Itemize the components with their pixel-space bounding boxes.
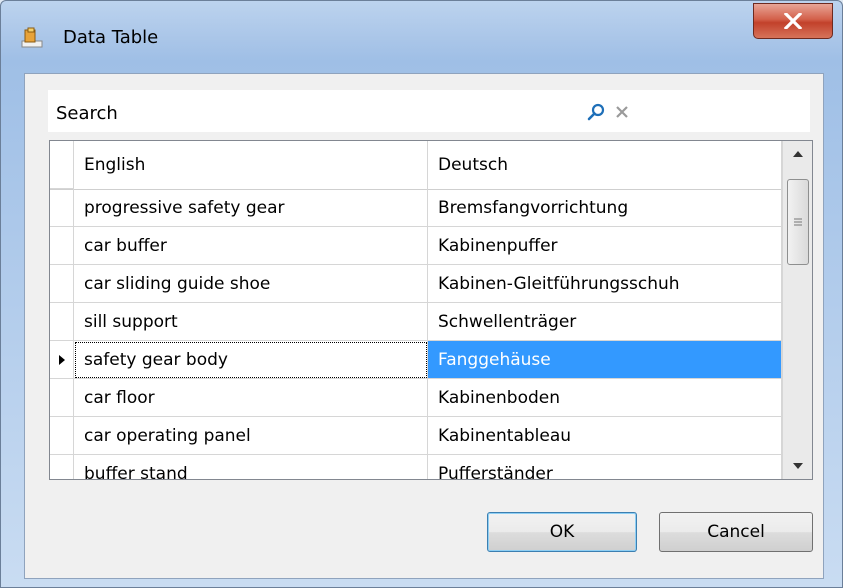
row-header[interactable] <box>50 455 74 479</box>
english-cell[interactable]: car buffer <box>74 227 428 265</box>
english-cell[interactable]: buffer stand <box>74 455 428 479</box>
search-bar: Search <box>48 90 810 132</box>
english-cell[interactable]: sill support <box>74 303 428 341</box>
row-header[interactable] <box>50 227 74 265</box>
deutsch-cell[interactable]: Pufferständer <box>428 455 782 479</box>
row-header[interactable] <box>50 189 74 227</box>
english-cell[interactable]: safety gear body <box>74 341 428 379</box>
dialog-content: Search English Deutsch progressive safet… <box>24 73 824 579</box>
scroll-up-button[interactable] <box>783 141 812 167</box>
ok-button[interactable]: OK <box>487 512 637 552</box>
row-header[interactable] <box>50 303 74 341</box>
english-cell[interactable]: car operating panel <box>74 417 428 455</box>
search-label: Search <box>56 103 118 124</box>
deutsch-cell[interactable]: Kabinenboden <box>428 379 782 417</box>
dialog-window: Data Table Search English Deutsch progre… <box>0 0 843 588</box>
row-header[interactable] <box>50 379 74 417</box>
deutsch-cell[interactable]: Kabinen-Gleitführungsschuh <box>428 265 782 303</box>
deutsch-cell[interactable]: Bremsfangvorrichtung <box>428 189 782 227</box>
data-grid: English Deutsch progressive safety gear … <box>49 140 813 480</box>
english-cell[interactable]: progressive safety gear <box>74 189 428 227</box>
column-header-english[interactable]: English <box>74 141 428 189</box>
clear-icon[interactable] <box>612 102 632 122</box>
close-icon <box>784 13 802 29</box>
row-header[interactable] <box>50 417 74 455</box>
column-header-deutsch[interactable]: Deutsch <box>428 141 782 189</box>
search-input[interactable] <box>160 94 584 130</box>
app-icon <box>21 27 43 48</box>
english-cell[interactable]: car floor <box>74 379 428 417</box>
window-title: Data Table <box>63 27 159 48</box>
chevron-up-icon <box>793 151 803 157</box>
header-corner <box>50 141 74 189</box>
scrollbar-thumb[interactable] <box>787 179 809 265</box>
grip-icon <box>794 218 802 226</box>
scroll-down-button[interactable] <box>783 453 812 479</box>
title-bar[interactable]: Data Table <box>1 1 842 73</box>
cancel-button[interactable]: Cancel <box>659 512 813 552</box>
vertical-scrollbar[interactable] <box>782 141 812 479</box>
close-button[interactable] <box>753 3 833 39</box>
grid-header: English Deutsch <box>50 141 782 190</box>
search-icon[interactable] <box>586 102 606 122</box>
row-header[interactable] <box>50 265 74 303</box>
english-cell[interactable]: car sliding guide shoe <box>74 265 428 303</box>
row-header[interactable] <box>50 341 74 379</box>
deutsch-cell[interactable]: Kabinentableau <box>428 417 782 455</box>
deutsch-cell[interactable]: Kabinenpuffer <box>428 227 782 265</box>
deutsch-cell[interactable]: Schwellenträger <box>428 303 782 341</box>
chevron-down-icon <box>793 463 803 469</box>
current-row-icon <box>58 354 65 365</box>
deutsch-cell[interactable]: Fanggehäuse <box>428 341 782 379</box>
